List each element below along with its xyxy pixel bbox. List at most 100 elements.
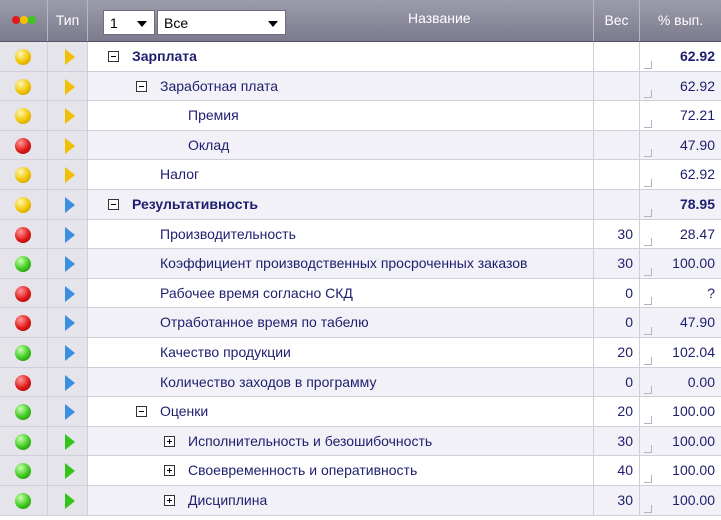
collapse-icon[interactable]	[136, 80, 147, 92]
status-cell	[0, 456, 48, 485]
type-cell	[48, 397, 88, 426]
row-name: Премия	[188, 107, 239, 124]
row-name: Рабочее время согласно СКД	[160, 284, 353, 301]
percent-column-header[interactable]: % вып.	[640, 0, 721, 41]
status-cell	[0, 426, 48, 456]
row-name: Количество заходов в программу	[160, 373, 377, 390]
row-percent: 78.95	[679, 195, 715, 212]
table-row[interactable]: Производительность 30 28.47	[0, 219, 721, 250]
type-arrow-yellow-icon	[65, 137, 75, 154]
header-dot-green-icon	[28, 16, 36, 24]
status-cell	[0, 130, 48, 160]
status-cell	[0, 308, 48, 337]
status-column-header[interactable]	[0, 0, 48, 41]
weight-cell: 40	[594, 456, 640, 485]
table-row[interactable]: Своевременность и оперативность 40 100.00	[0, 456, 721, 486]
expand-icon[interactable]	[164, 465, 175, 477]
table-row[interactable]: Отработанное время по табелю 0 47.90	[0, 308, 721, 338]
cell-corner-icon	[644, 267, 652, 276]
collapse-icon[interactable]	[136, 406, 147, 418]
table-row[interactable]: Налог 62.92	[0, 160, 721, 190]
table-row[interactable]: Оценки 20 100.00	[0, 397, 721, 427]
level-select[interactable]: 1	[103, 10, 155, 35]
table-row[interactable]: Исполнительность и безошибочность 30 100.0…	[0, 426, 721, 457]
status-green-icon	[15, 492, 31, 509]
status-cell	[0, 278, 48, 308]
cell-corner-icon	[644, 415, 652, 424]
percent-cell: 62.92	[640, 42, 721, 71]
percent-cell: 100.00	[640, 249, 721, 278]
status-yellow-icon	[15, 196, 31, 213]
row-percent: 62.92	[679, 48, 715, 64]
table-row[interactable]: Оклад 47.90	[0, 130, 721, 161]
status-cell	[0, 101, 48, 130]
table-row[interactable]: Премия 72.21	[0, 101, 721, 131]
weight-cell	[594, 189, 640, 219]
expand-icon[interactable]	[164, 435, 175, 447]
status-yellow-icon	[15, 167, 31, 184]
type-arrow-green-icon	[65, 492, 75, 509]
table-row[interactable]: Количество заходов в программу 0 0.00	[0, 367, 721, 398]
status-green-icon	[15, 256, 31, 273]
cell-corner-icon	[644, 386, 652, 395]
status-cell	[0, 249, 48, 278]
percent-cell: 62.92	[640, 72, 721, 101]
header-dot-red-icon	[12, 16, 20, 24]
type-arrow-blue-icon	[65, 404, 75, 421]
percent-cell: 47.90	[640, 131, 721, 160]
row-name: Заработная плата	[160, 77, 278, 94]
status-cell	[0, 397, 48, 426]
type-cell	[48, 160, 88, 189]
table-row[interactable]: Результативность 78.95	[0, 189, 721, 220]
type-column-header[interactable]: Тип	[48, 0, 88, 41]
name-cell: Заработная плата	[88, 71, 594, 101]
type-cell	[48, 42, 88, 71]
type-arrow-blue-icon	[65, 256, 75, 273]
name-cell: Коэффициент производственных просроченны…	[88, 249, 594, 278]
cell-corner-icon	[644, 208, 652, 217]
status-green-icon	[15, 433, 31, 450]
table-row[interactable]: Дисциплина 30 100.00	[0, 485, 721, 516]
type-arrow-blue-icon	[65, 226, 75, 243]
row-name: Исполнительность и безошибочность	[188, 432, 433, 449]
row-percent: 102.04	[672, 343, 715, 360]
type-cell	[48, 367, 88, 397]
type-arrow-blue-icon	[65, 285, 75, 302]
expand-icon[interactable]	[164, 494, 175, 506]
table-row[interactable]: Коэффициент производственных просроченны…	[0, 249, 721, 279]
type-cell	[48, 249, 88, 278]
collapse-icon[interactable]	[108, 198, 119, 210]
collapse-icon[interactable]	[108, 51, 119, 62]
percent-cell: 62.92	[640, 160, 721, 189]
cell-corner-icon	[644, 326, 652, 335]
row-weight: 0	[625, 284, 633, 301]
filter-select[interactable]: Все	[157, 10, 286, 35]
status-cell	[0, 42, 48, 71]
percent-cell: 47.90	[640, 308, 721, 337]
cell-corner-icon	[644, 119, 652, 128]
name-cell: Своевременность и оперативность	[88, 456, 594, 485]
name-cell: Исполнительность и безошибочность	[88, 426, 594, 456]
weight-cell: 30	[594, 426, 640, 456]
weight-cell	[594, 160, 640, 189]
status-green-icon	[15, 344, 31, 361]
type-arrow-blue-icon	[65, 315, 75, 332]
name-cell: Оценки	[88, 397, 594, 426]
row-weight: 0	[625, 373, 633, 390]
name-cell: Производительность	[88, 219, 594, 249]
table-row[interactable]: Качество продукции 20 102.04	[0, 337, 721, 368]
status-cell	[0, 189, 48, 219]
weight-column-header[interactable]: Вес	[594, 0, 640, 41]
cell-corner-icon	[644, 297, 652, 306]
row-name: Производительность	[160, 225, 296, 242]
name-cell: Отработанное время по табелю	[88, 308, 594, 337]
table-row[interactable]: Зарплата 62.92	[0, 42, 721, 72]
table-row[interactable]: Рабочее время согласно СКД 0?	[0, 278, 721, 309]
row-weight: 0	[625, 314, 633, 331]
grid-body: Зарплата 62.92 Заработная плата 62.92 Премия…	[0, 42, 721, 516]
row-name: Оценки	[160, 403, 209, 420]
type-cell	[48, 71, 88, 101]
table-row[interactable]: Заработная плата 62.92	[0, 71, 721, 102]
row-name: Налог	[160, 166, 200, 183]
status-yellow-icon	[15, 78, 31, 95]
